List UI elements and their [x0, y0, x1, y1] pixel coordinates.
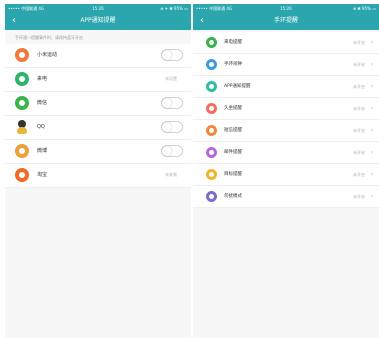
item-label: 邮件提醒: [224, 150, 242, 155]
list-item[interactable]: 勿扰模式 未开启 ›: [193, 186, 379, 208]
chevron-right-icon: ›: [370, 149, 373, 156]
bluetooth-hint: 手环通一提醒事件时，请保持蓝牙开启: [15, 35, 83, 40]
item-label: 目标提醒: [224, 172, 242, 177]
list-item[interactable]: 来电 未设置: [5, 68, 191, 92]
item-status: 未开启: [353, 128, 365, 133]
chevron-right-icon: ›: [370, 127, 373, 134]
list-item[interactable]: 目标提醒 未开启 ›: [193, 164, 379, 186]
item-status: 未开启: [353, 40, 365, 45]
item-status: 未开启: [353, 194, 365, 199]
list-item[interactable]: 手环闹钟 未开启 ›: [193, 54, 379, 76]
chevron-right-icon: ›: [370, 61, 373, 68]
item-label: 来电提醒: [224, 40, 242, 45]
do-not-disturb-icon: [206, 191, 217, 202]
item-label: 勿扰模式: [224, 194, 242, 199]
page-title: 手环提醒: [273, 17, 298, 24]
list-item[interactable]: 短信提醒 未开启 ›: [193, 120, 379, 142]
chevron-right-icon: ›: [370, 105, 373, 112]
item-label: 微博: [37, 148, 48, 154]
list-item[interactable]: 小米运动: [5, 44, 191, 68]
app-list: 小米运动来电 未设置微信 QQ 微博淘宝 未安装: [5, 44, 191, 188]
carrier-text: ••••• 中国联通 4G: [196, 6, 232, 11]
item-label: APP通知提醒: [224, 84, 251, 89]
chevron-right-icon: ›: [370, 193, 373, 200]
item-label: 手环闹钟: [224, 62, 242, 67]
item-label: 久坐提醒: [224, 106, 242, 111]
status-bar: ••••• 中国联通 4G 15:26 ⊕ ✈ ✱ 95% ▭: [5, 4, 191, 13]
band-reminder-screen: ••••• 中国联通 4G 15:26 ⊕ ✱ 95% ▭ ‹ 手环提醒 来电提…: [193, 4, 379, 338]
item-status: 未开启: [353, 150, 365, 155]
status-bar: ••••• 中国联通 4G 15:26 ⊕ ✱ 95% ▭: [193, 4, 379, 13]
nav-bar: ‹ 手环提醒: [193, 13, 379, 30]
item-status: 未开启: [353, 62, 365, 67]
item-status: 未设置: [165, 76, 177, 81]
item-label: QQ: [37, 124, 45, 130]
chevron-right-icon: ›: [370, 83, 373, 90]
item-label: 来电: [37, 76, 48, 82]
app-notification-screen: ••••• 中国联通 4G 15:26 ⊕ ✈ ✱ 95% ▭ ‹ APP通知提…: [5, 4, 191, 338]
chevron-right-icon: ›: [370, 171, 373, 178]
notification-toggle[interactable]: [161, 49, 183, 61]
clock-text: 15:26: [280, 6, 292, 11]
call-app-icon: [15, 72, 29, 86]
nav-bar: ‹ APP通知提醒: [5, 13, 191, 30]
phone-icon: [206, 37, 217, 48]
chevron-right-icon: ›: [370, 39, 373, 46]
mi-sport-icon: [15, 48, 29, 62]
alarm-icon: [206, 59, 217, 70]
list-item[interactable]: 微博: [5, 140, 191, 164]
email-icon: [206, 147, 217, 158]
item-status: 未开启: [353, 106, 365, 111]
status-icons-text: ⊕ ✈ ✱ 95% ▭: [160, 6, 188, 11]
list-item[interactable]: 来电提醒 未开启 ›: [193, 32, 379, 54]
item-status: 未开启: [353, 172, 365, 177]
sedentary-icon: [206, 103, 217, 114]
qq-penguin-icon: [15, 120, 29, 134]
goal-icon: [206, 169, 217, 180]
list-item[interactable]: 淘宝 未安装: [5, 164, 191, 188]
item-label: 淘宝: [37, 172, 48, 178]
notification-toggle[interactable]: [161, 145, 183, 157]
page-title: APP通知提醒: [80, 17, 116, 24]
taobao-icon: [15, 168, 29, 182]
sms-icon: [206, 125, 217, 136]
clock-text: 15:26: [92, 6, 104, 11]
wechat-icon: [15, 96, 29, 110]
notification-toggle[interactable]: [161, 121, 183, 133]
list-item[interactable]: APP通知提醒 未开启 ›: [193, 76, 379, 98]
list-item[interactable]: QQ: [5, 116, 191, 140]
item-label: 微信: [37, 100, 48, 106]
carrier-text: ••••• 中国联通 4G: [8, 6, 44, 11]
item-status: 未开启: [353, 84, 365, 89]
reminder-list: 来电提醒 未开启 › 手环闹钟 未开启 › APP通知提醒 未开启 › 久坐提醒 未开启 › 短信提醒未…: [193, 32, 379, 208]
list-item[interactable]: 微信: [5, 92, 191, 116]
list-item[interactable]: 邮件提醒 未开启 ›: [193, 142, 379, 164]
app-notification-icon: [206, 81, 217, 92]
item-label: 小米运动: [37, 52, 58, 58]
status-icons-text: ⊕ ✱ 95% ▭: [352, 6, 376, 11]
notification-toggle[interactable]: [161, 97, 183, 109]
item-status: 未安装: [165, 172, 177, 177]
weibo-icon: [15, 144, 29, 158]
item-label: 短信提醒: [224, 128, 242, 133]
list-item[interactable]: 久坐提醒 未开启 ›: [193, 98, 379, 120]
